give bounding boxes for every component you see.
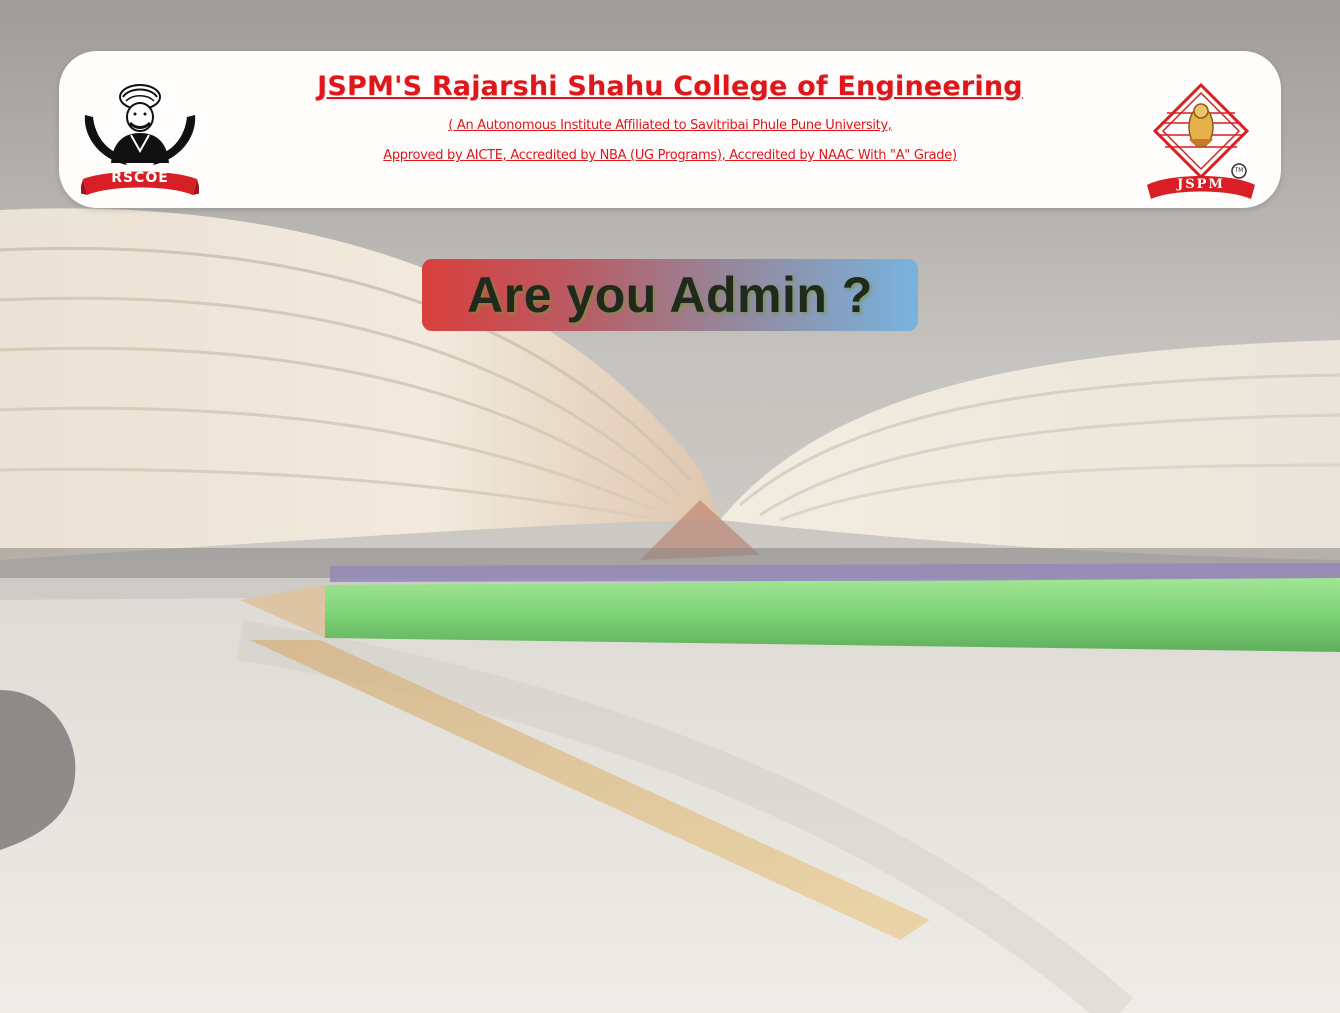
tagline-accreditation: Approved by AICTE, Accredited by NBA (UG… [383,148,957,163]
rscoe-logo-icon: RSCOE [79,81,201,201]
title-block: JSPM'S Rajarshi Shahu College of Enginee… [309,69,1031,163]
jspm-logo-icon: JSPM TM [1143,82,1259,201]
rscoe-logo-label: RSCOE [111,170,169,186]
jspm-logo-label: JSPM [1177,177,1225,192]
page: RSCOE JSPM'S Rajarshi Shahu College of E… [0,0,1340,1013]
trademark-mark: TM [1234,167,1244,174]
admin-prompt-button[interactable]: Are you Admin ? [422,259,918,331]
college-name[interactable]: JSPM'S Rajarshi Shahu College of Enginee… [309,71,1031,102]
tagline-affiliation: ( An Autonomous Institute Affiliated to … [448,118,892,133]
admin-prompt-label: Are you Admin ? [467,267,873,323]
header-card: RSCOE JSPM'S Rajarshi Shahu College of E… [59,51,1281,208]
